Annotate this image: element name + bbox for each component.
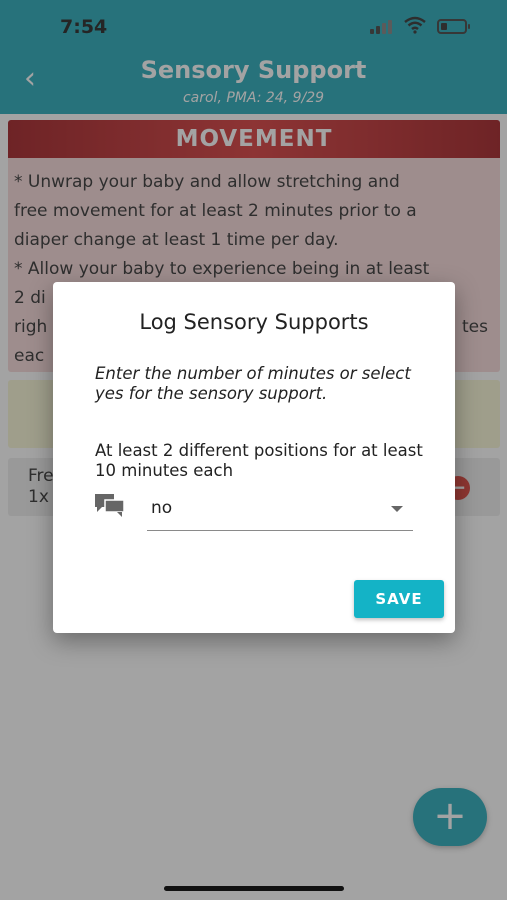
support-label: At least 2 different positions for at le… xyxy=(95,441,423,480)
log-dialog: Log Sensory Supports Enter the number of… xyxy=(53,282,455,633)
select-value: no xyxy=(151,498,173,518)
support-value-select[interactable]: no xyxy=(147,486,413,531)
comment-icon xyxy=(95,494,125,517)
dialog-instructions: Enter the number of minutes or select ye… xyxy=(95,364,411,403)
dropdown-arrow-icon xyxy=(391,506,403,512)
save-button[interactable]: SAVE xyxy=(354,580,444,618)
dialog-title: Log Sensory Supports xyxy=(139,310,369,334)
home-indicator[interactable] xyxy=(164,886,344,891)
